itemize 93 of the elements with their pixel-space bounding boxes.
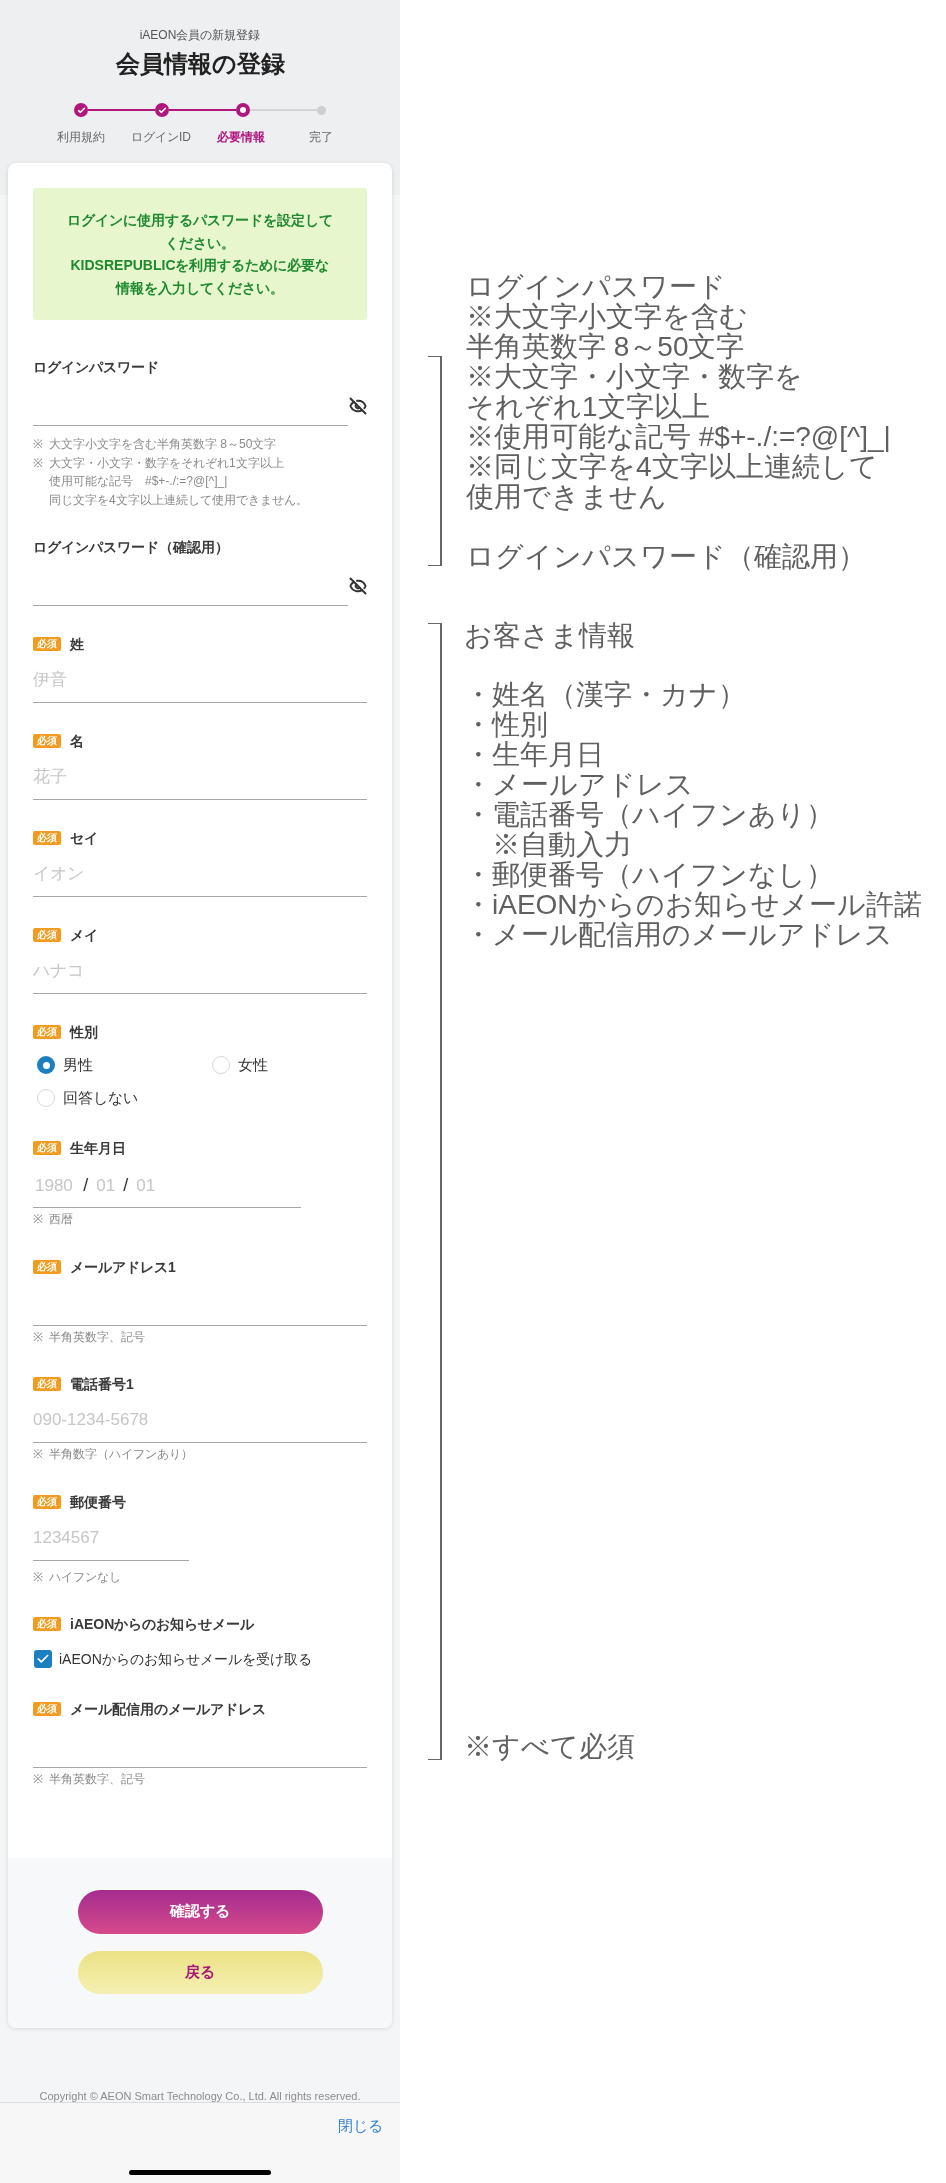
annotation-title: お客さま情報	[464, 621, 636, 651]
step-label: 利用規約	[56, 129, 106, 145]
field-label: ログインパスワード	[33, 358, 159, 377]
field-label: 性別	[70, 1023, 98, 1042]
note-text: 大文字小文字を含む半角英数字 8～50文字	[49, 436, 277, 453]
required-badge: 必須	[33, 1617, 61, 1631]
required-badge: 必須	[33, 1702, 61, 1716]
note-mark: ※	[33, 436, 44, 453]
field-label: 生年月日	[70, 1139, 126, 1158]
field-label: ログインパスワード（確認用）	[33, 538, 229, 557]
note-text: 大文字・小文字・数字をそれぞれ1文字以上	[49, 454, 285, 472]
note-mark: ※	[33, 1211, 44, 1228]
annotation-item: ・性別	[464, 710, 549, 740]
field-label: メイ	[70, 926, 98, 945]
check-icon	[36, 1652, 50, 1666]
note-text: 半角英数字、記号	[49, 1771, 145, 1788]
confirm-button[interactable]: 確認する	[77, 1889, 323, 1934]
note-text: 半角数字（ハイフンあり）	[49, 1446, 193, 1463]
annotation-item: ・メールアドレス	[464, 770, 695, 800]
annotation-item: ・姓名（漢字・カナ）	[464, 680, 747, 710]
annotation-text: ログインパスワード（確認用）	[466, 542, 867, 572]
note-text: 西暦	[49, 1211, 73, 1228]
eye-off-icon[interactable]	[349, 577, 367, 595]
field-label: メールアドレス1	[70, 1257, 176, 1277]
date-separator: /	[123, 1174, 129, 1197]
date-input[interactable]: 01	[136, 1172, 158, 1199]
eye-off-icon[interactable]	[349, 397, 367, 415]
required-badge: 必須	[33, 1141, 61, 1155]
radio-label[interactable]: 男性	[63, 1055, 93, 1075]
note-mark: ※	[33, 1568, 44, 1586]
text-input[interactable]: 090-1234-5678	[33, 1394, 367, 1443]
text-input[interactable]: 伊音	[33, 654, 367, 703]
annotation-item: ・メール配信用のメールアドレス	[464, 920, 894, 950]
text-input[interactable]: ハナコ	[33, 945, 367, 994]
field-label: 姓	[70, 635, 84, 654]
required-badge: 必須	[33, 1259, 61, 1274]
required-badge: 必須	[33, 1025, 61, 1039]
copyright-text: Copyright © AEON Smart Technology Co., Ltd. All rights reserved.	[38, 2090, 362, 2102]
notice-text: ログインに使用するパスワードを設定してください。	[66, 211, 334, 253]
date-input[interactable]: 1980	[35, 1172, 78, 1199]
required-badge: 必須	[33, 1494, 61, 1509]
date-separator: /	[83, 1174, 89, 1197]
note-text: ハイフンなし	[49, 1568, 121, 1586]
note-text: 同じ文字を4文字以上連続して使用できません。	[49, 491, 308, 509]
note-mark: ※	[33, 1446, 44, 1463]
step-label: 必要情報	[216, 129, 266, 145]
radio-button[interactable]	[212, 1056, 230, 1074]
annotation-footer: ※すべて必須	[464, 1732, 922, 1762]
text-input[interactable]: 花子	[33, 751, 367, 800]
field-label: 郵便番号	[70, 1492, 126, 1512]
note-mark: ※	[33, 1328, 44, 1346]
annotation-item: ・生年月日	[464, 740, 605, 770]
step-label: ログインID	[130, 129, 192, 145]
text-input[interactable]: 1234567	[33, 1511, 189, 1561]
required-badge: 必須	[33, 928, 61, 942]
radio-label[interactable]: 女性	[238, 1055, 268, 1075]
annotation-subnote: ※自動入力	[491, 830, 633, 860]
close-link[interactable]: 閉じる	[338, 2114, 383, 2137]
required-badge: 必須	[33, 1377, 61, 1391]
checkbox[interactable]	[34, 1650, 52, 1668]
annotation-text: 使用できません	[466, 482, 668, 512]
page-subtitle: iAEON会員の新規登録	[138, 27, 262, 43]
annotation-text: 半角英数字 8～50文字	[466, 332, 746, 362]
notice-text: KIDSREPUBLICを利用するために必要な情報を入力してください。	[69, 256, 331, 298]
required-badge: 必須	[33, 734, 61, 748]
checkbox-label[interactable]: iAEONからのお知らせメールを受け取る	[59, 1649, 312, 1669]
annotation-item: ・電話番号（ハイフンあり）	[464, 800, 835, 830]
note-text: 半角英数字、記号	[49, 1328, 145, 1346]
field-label: iAEONからのお知らせメール	[70, 1615, 255, 1634]
note-text: 使用可能な記号 #$+-./:=?@[^]_|	[49, 473, 229, 490]
back-button[interactable]: 戻る	[77, 1950, 323, 1994]
field-label: 名	[70, 732, 84, 751]
field-label: メール配信用のメールアドレス	[70, 1700, 266, 1719]
required-badge: 必須	[33, 637, 61, 651]
annotation-item: ・郵便番号（ハイフンなし）	[464, 860, 835, 890]
annotation-text: ログインパスワード	[466, 272, 727, 302]
field-label: セイ	[70, 829, 98, 848]
note-mark: ※	[33, 454, 44, 472]
page-title: 会員情報の登録	[114, 49, 286, 79]
required-badge: 必須	[33, 831, 61, 845]
annotation-text: ※使用可能な記号 #$+-./:=?@[^]_|	[466, 422, 891, 452]
radio-label[interactable]: 回答しない	[63, 1088, 138, 1108]
step-label: 完了	[308, 129, 334, 145]
annotation-text: それぞれ1文字以上	[466, 392, 711, 422]
annotation-text: ※大文字小文字を含む	[466, 302, 749, 332]
date-input[interactable]: 01	[96, 1172, 118, 1199]
field-label: 電話番号1	[70, 1375, 134, 1394]
note-mark: ※	[33, 1771, 44, 1788]
radio-button[interactable]	[37, 1089, 55, 1107]
annotation-text: ※大文字・小文字・数字を	[466, 362, 804, 392]
annotation-item: ・iAEONからのお知らせメール許諾	[464, 890, 922, 920]
radio-button[interactable]	[37, 1056, 55, 1074]
annotation-text: ※同じ文字を4文字以上連続して	[466, 452, 878, 482]
